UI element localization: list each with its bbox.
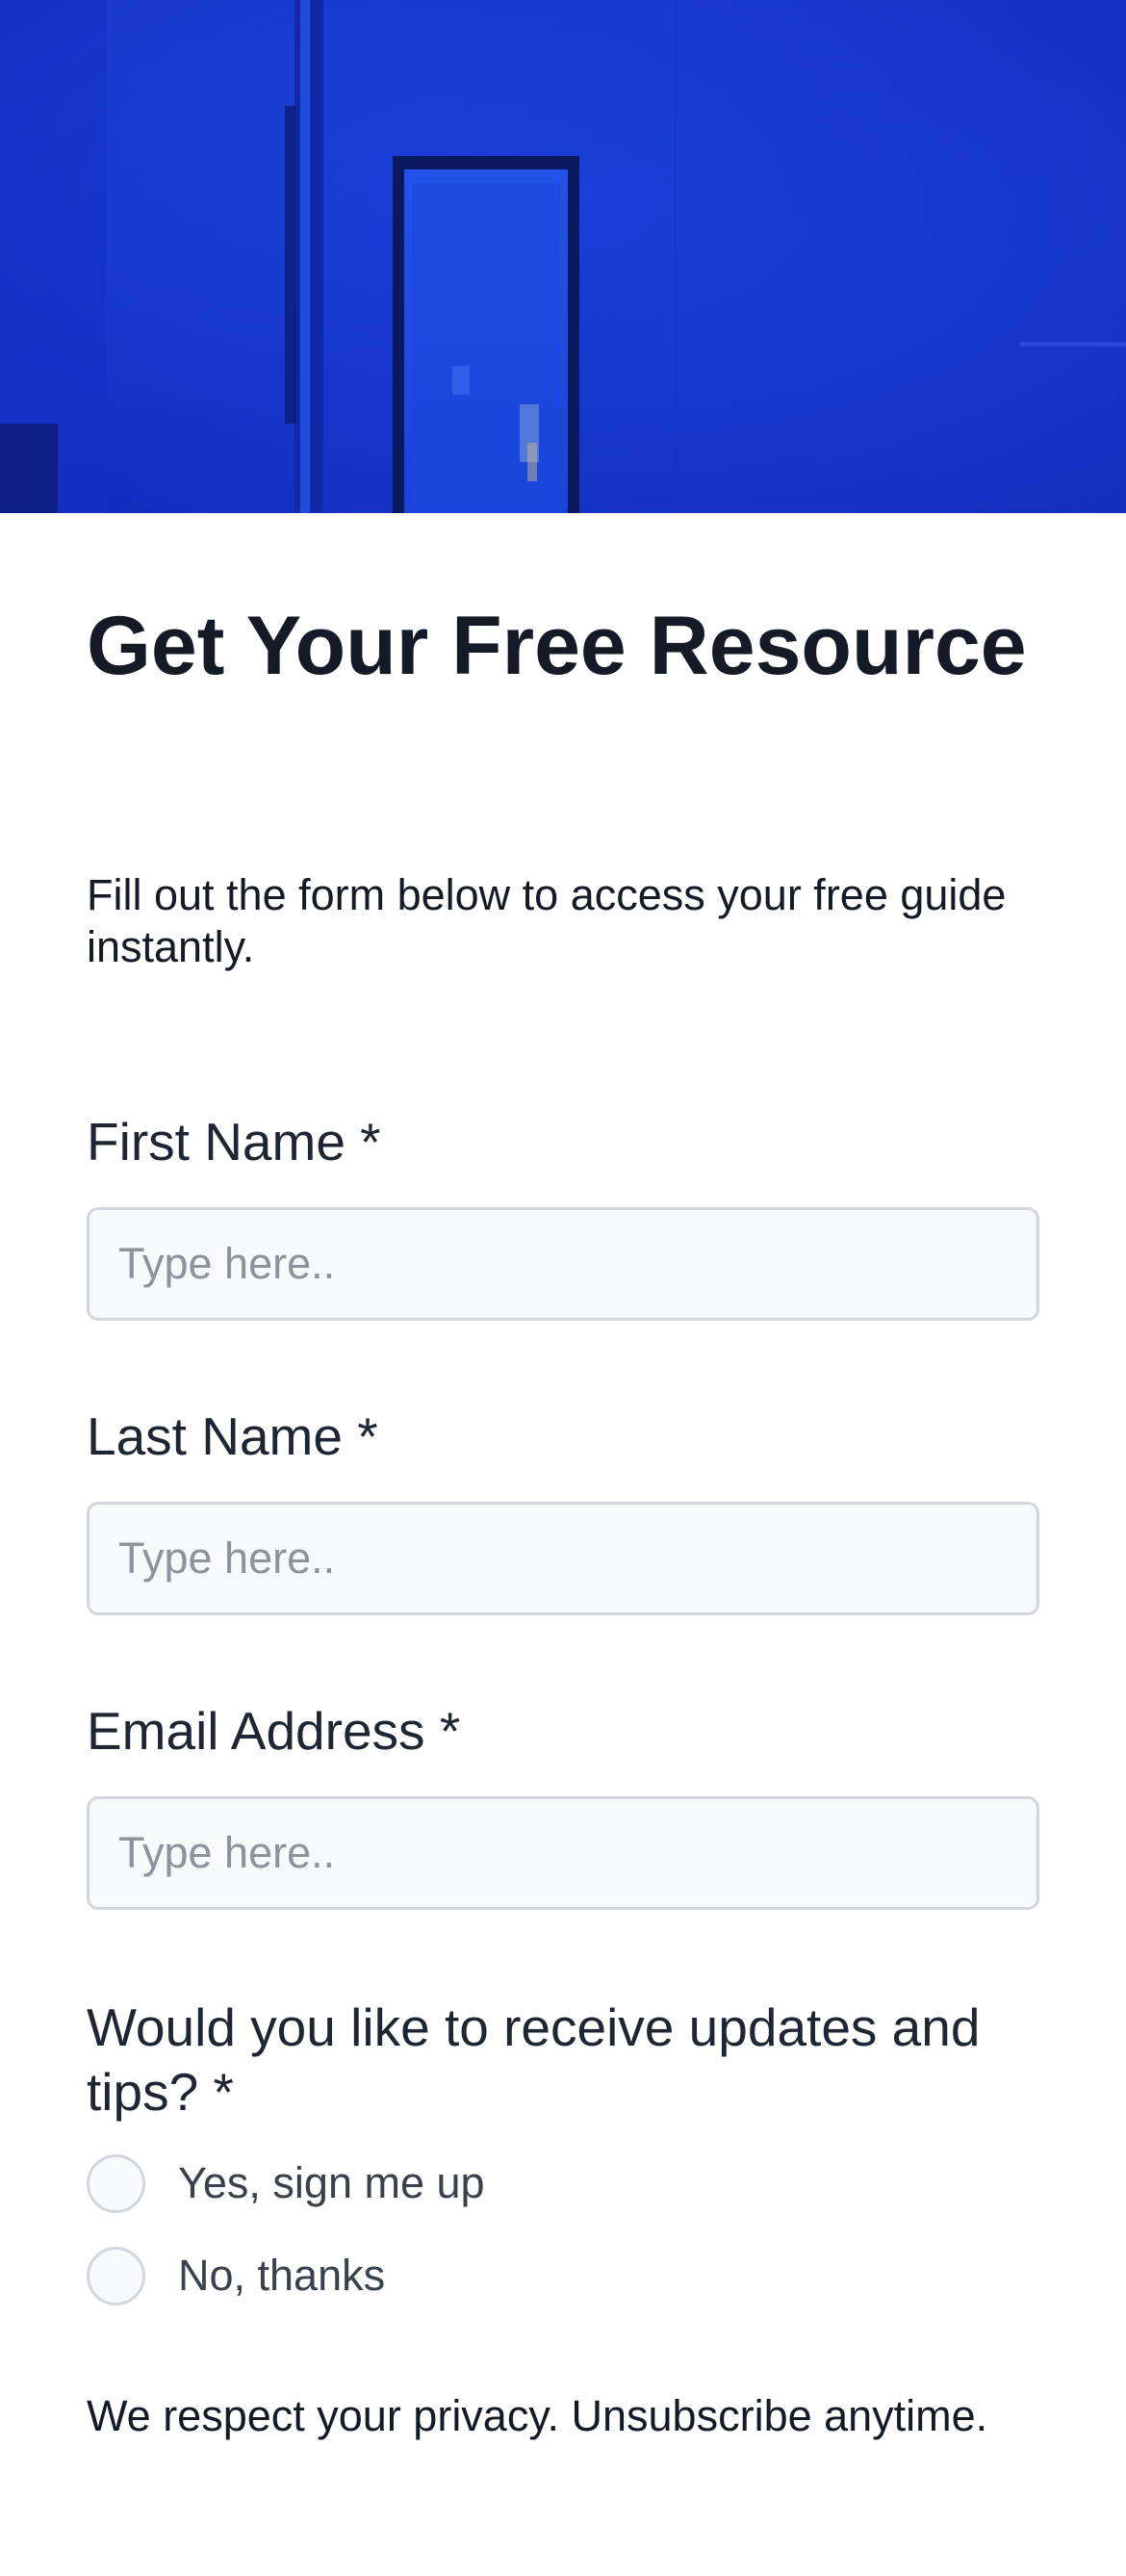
first-name-input[interactable] — [87, 1207, 1039, 1321]
radio-button-no[interactable] — [87, 2246, 145, 2306]
radio-button-yes[interactable] — [87, 2153, 145, 2213]
page-title: Get Your Free Resource — [87, 600, 1027, 692]
radio-label-yes: Yes, sign me up — [178, 2158, 485, 2207]
form-intro: Fill out the form below to access your f… — [87, 870, 1007, 971]
blue-wall-door-photo — [0, 0, 1126, 513]
first-name-label: First Name * — [87, 1112, 381, 1172]
updates-option-no[interactable]: No, thanks — [87, 2244, 385, 2307]
hero-image — [0, 0, 1126, 513]
radio-label-no: No, thanks — [178, 2251, 386, 2300]
privacy-note: We respect your privacy. Unsubscribe any… — [87, 2391, 988, 2440]
last-name-input[interactable] — [87, 1502, 1039, 1615]
email-label: Email Address * — [87, 1701, 461, 1761]
email-input[interactable] — [87, 1796, 1039, 1910]
updates-option-yes[interactable]: Yes, sign me up — [87, 2151, 485, 2215]
updates-question: Would you like to receive updates and ti… — [87, 1997, 981, 2122]
last-name-label: Last Name * — [87, 1406, 378, 1466]
